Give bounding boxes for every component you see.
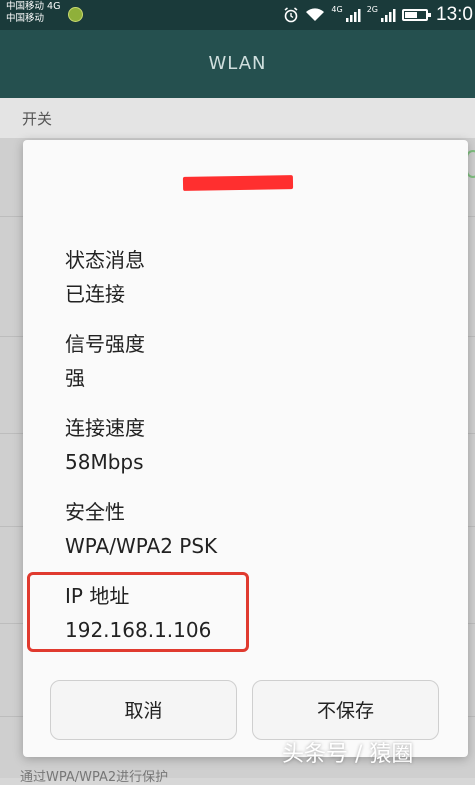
- network-type-label: 4G: [331, 4, 343, 14]
- network-security-text: 通过WPA/WPA2进行保护: [20, 770, 169, 785]
- carrier-info: 中国移动 4G 中国移动: [6, 1, 60, 25]
- field-value: 已连接: [65, 282, 125, 306]
- status-icons: 4G 2G 13:0: [283, 0, 475, 30]
- carrier-line-2: 中国移动: [6, 13, 45, 24]
- field-label: 状态消息: [65, 248, 145, 272]
- status-bar: 中国移动 4G 中国移动 4G 2G 13:0: [0, 0, 475, 30]
- page-title: WLAN: [208, 53, 267, 74]
- ip-highlight-box: [27, 572, 249, 652]
- security-field: 安全性 WPA/WPA2 PSK: [65, 498, 217, 560]
- field-value: 强: [65, 366, 85, 390]
- field-label: 安全性: [65, 500, 125, 524]
- battery-icon: [402, 9, 432, 21]
- wlan-switch-row[interactable]: 开关: [0, 98, 475, 138]
- status-field: 状态消息 已连接: [65, 246, 145, 308]
- app-bar: WLAN: [0, 30, 475, 98]
- clock: 13:0: [436, 4, 473, 25]
- redaction-mark: [182, 175, 294, 191]
- wlan-switch-label: 开关: [22, 110, 53, 128]
- carrier-line-1: 中国移动 4G: [6, 1, 61, 12]
- signal-icon: [381, 9, 396, 22]
- field-label: 连接速度: [65, 416, 145, 440]
- cancel-button[interactable]: 取消: [50, 680, 237, 740]
- field-value: WPA/WPA2 PSK: [65, 534, 218, 558]
- forget-network-button[interactable]: 不保存: [252, 680, 439, 740]
- watermark: 头条号 / 猿圈: [282, 742, 414, 767]
- alarm-icon: [284, 7, 298, 23]
- notification-icon: [68, 7, 83, 22]
- network-details-dialog: 状态消息 已连接 信号强度 强 连接速度 58Mbps 安全性 WPA/WPA2…: [23, 140, 468, 757]
- field-label: 信号强度: [65, 332, 145, 356]
- signal-strength-field: 信号强度 强: [65, 330, 145, 392]
- field-value: 58Mbps: [65, 450, 144, 474]
- network-type-label: 2G: [366, 4, 379, 14]
- link-speed-field: 连接速度 58Mbps: [65, 414, 145, 476]
- signal-icon: [345, 9, 361, 22]
- wifi-icon: [306, 8, 325, 21]
